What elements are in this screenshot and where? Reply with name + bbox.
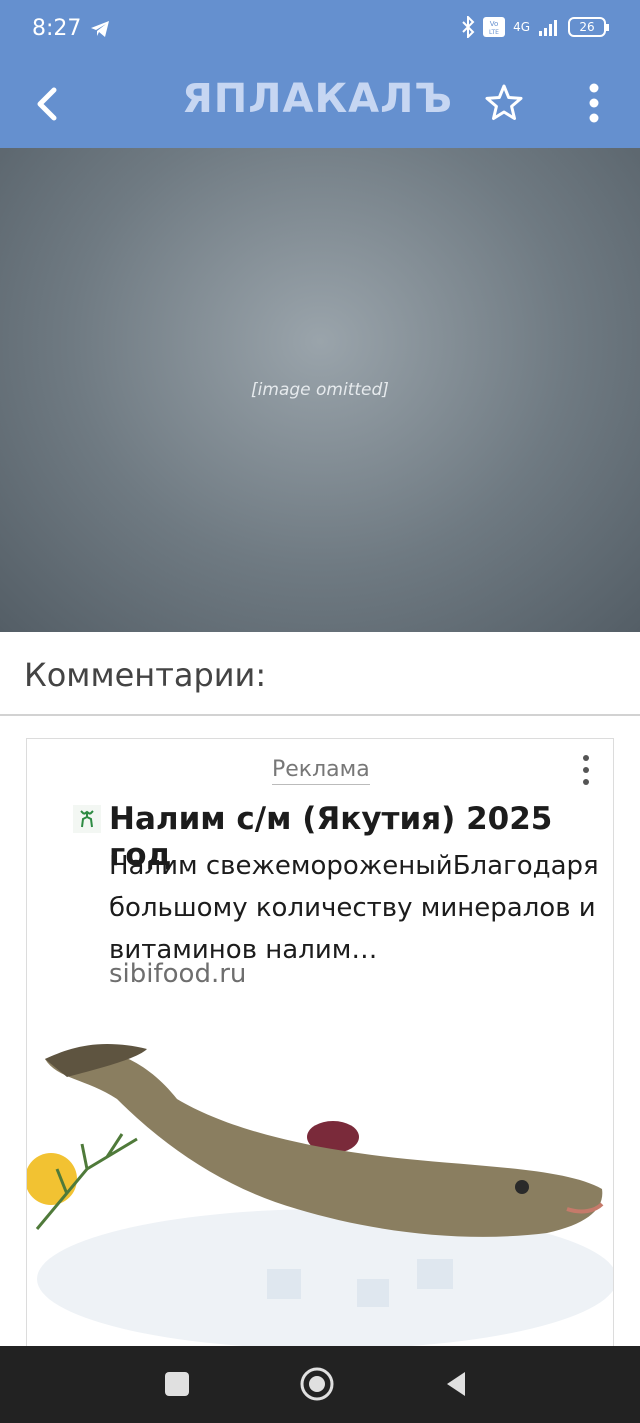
system-nav-bar (0, 1346, 640, 1423)
divider (0, 714, 640, 716)
deer-icon (73, 805, 101, 833)
star-icon[interactable] (484, 82, 524, 124)
fish-image[interactable] (27, 1019, 614, 1350)
home-circle-icon[interactable] (297, 1364, 337, 1404)
battery-icon: 26 (568, 17, 609, 37)
site-logo[interactable]: ЯПЛАКАЛЪ (182, 76, 453, 122)
app-bar: ЯПЛАКАЛЪ (0, 60, 640, 148)
post-image[interactable]: [image omitted] (0, 148, 640, 632)
back-arrow-icon[interactable] (28, 82, 68, 126)
network-type: 4G (513, 20, 530, 34)
ad-description[interactable]: Налим свежемороженыйБлагодаря большому к… (109, 845, 609, 971)
recents-square-icon[interactable] (157, 1364, 197, 1404)
bluetooth-icon (462, 16, 475, 38)
telegram-icon (91, 21, 109, 37)
svg-text:Vo: Vo (490, 20, 499, 28)
volte-icon: Vo LTE (483, 17, 506, 37)
ad-domain[interactable]: sibifood.ru (109, 959, 246, 989)
status-bar: 8:27 Vo LTE 4G 26 (0, 0, 640, 60)
ad-card[interactable]: Реклама Налим с/м (Якутия) 2025 год Нали… (26, 738, 614, 1350)
svg-text:LTE: LTE (489, 29, 499, 36)
status-time: 8:27 (32, 16, 82, 41)
post-image-caption: [image omitted] (251, 380, 389, 400)
status-indicators: Vo LTE 4G 26 (461, 16, 609, 38)
signal-icon (539, 20, 557, 36)
battery-level: 26 (579, 20, 595, 34)
back-triangle-icon[interactable] (437, 1364, 477, 1404)
ad-menu-icon[interactable] (579, 753, 593, 787)
ad-label: Реклама (272, 757, 370, 785)
more-vertical-icon[interactable] (580, 80, 608, 126)
comments-heading: Комментарии: (24, 656, 267, 694)
